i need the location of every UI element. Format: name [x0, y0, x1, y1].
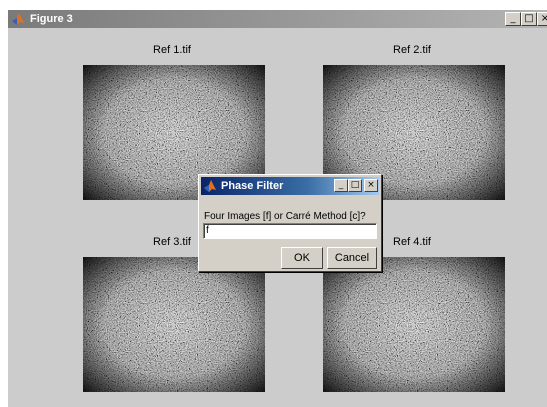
axes-3-image [83, 257, 265, 392]
dialog-minimize-button[interactable]: _ [334, 179, 348, 192]
minimize-button[interactable]: _ [505, 12, 521, 26]
close-button[interactable]: × [537, 12, 547, 26]
axes-4-image [323, 257, 505, 392]
dialog-close-button[interactable]: × [364, 179, 378, 192]
cancel-button[interactable]: Cancel [327, 247, 377, 269]
ok-button[interactable]: OK [281, 247, 323, 269]
matlab-logo-icon [12, 13, 24, 25]
axes-1-title: Ref 1.tif [153, 44, 191, 56]
figure-title: Figure 3 [30, 13, 73, 25]
phase-filter-dialog: Phase Filter _ □ × Four Images [f] or Ca… [198, 174, 382, 272]
matlab-logo-icon [204, 180, 216, 192]
dialog-titlebar[interactable]: Phase Filter _ □ × [201, 177, 379, 195]
method-input[interactable]: f [203, 223, 377, 239]
figure-titlebar[interactable]: Figure 3 _ □ × [8, 10, 547, 28]
axes-2-title: Ref 2.tif [393, 44, 431, 56]
dialog-prompt: Four Images [f] or Carré Method [c]? [204, 211, 366, 222]
dialog-title: Phase Filter [221, 180, 284, 192]
maximize-button[interactable]: □ [521, 12, 537, 26]
dialog-maximize-button[interactable]: □ [348, 179, 362, 192]
